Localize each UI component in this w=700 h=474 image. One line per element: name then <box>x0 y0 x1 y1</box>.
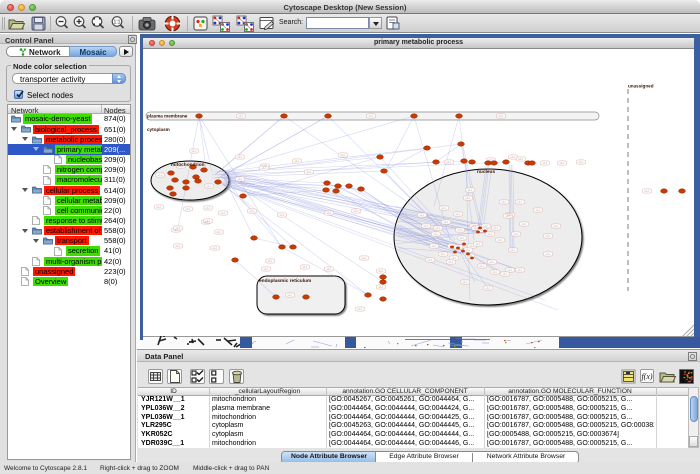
svg-text:ab-1: ab-1 <box>479 264 485 268</box>
svg-text:mitochondrion: mitochondrion <box>171 162 205 168</box>
svg-text:ab-1: ab-1 <box>267 259 273 263</box>
svg-text:ab-1: ab-1 <box>459 236 465 240</box>
svg-text:ab-1: ab-1 <box>505 214 511 218</box>
svg-text:ab-1: ab-1 <box>502 272 508 276</box>
svg-text:ab-1: ab-1 <box>433 232 439 236</box>
svg-text:ab-1: ab-1 <box>175 226 181 230</box>
svg-text:ab-1: ab-1 <box>475 242 481 246</box>
svg-text:ab-1: ab-1 <box>249 209 255 213</box>
svg-text:ab-1: ab-1 <box>326 211 332 215</box>
svg-text:ab-1: ab-1 <box>156 205 162 209</box>
svg-text:ab-1: ab-1 <box>306 170 312 174</box>
svg-text:ab-1: ab-1 <box>206 184 212 188</box>
svg-text:ab-1: ab-1 <box>440 252 446 256</box>
svg-text:ab-1: ab-1 <box>493 226 499 230</box>
svg-text:ab-1: ab-1 <box>287 293 293 297</box>
svg-text:ab-1: ab-1 <box>237 155 243 159</box>
svg-text:ab-1: ab-1 <box>510 155 516 159</box>
svg-text:ab-1: ab-1 <box>212 246 218 250</box>
svg-text:ab-1: ab-1 <box>446 160 452 164</box>
svg-text:ab-1: ab-1 <box>497 238 503 242</box>
svg-text:ab-1: ab-1 <box>419 213 425 217</box>
svg-text:nucleus: nucleus <box>477 169 495 175</box>
svg-text:ab-1: ab-1 <box>368 114 374 118</box>
svg-text:ab-1: ab-1 <box>545 234 551 238</box>
svg-text:ab-1: ab-1 <box>357 307 363 311</box>
svg-text:ab-1: ab-1 <box>175 244 181 248</box>
svg-text:ab-1: ab-1 <box>378 269 384 273</box>
svg-text:ab-1: ab-1 <box>431 244 437 248</box>
svg-text:ab-1: ab-1 <box>220 211 226 215</box>
svg-text:ab-1: ab-1 <box>205 219 211 223</box>
svg-text:ab-1: ab-1 <box>485 286 491 290</box>
svg-text:ab-1: ab-1 <box>644 189 650 193</box>
svg-text:ab-1: ab-1 <box>517 268 523 272</box>
svg-text:1:1: 1:1 <box>114 20 121 26</box>
svg-text:ab-1: ab-1 <box>427 258 433 262</box>
svg-text:ab-1: ab-1 <box>378 285 384 289</box>
svg-text:ab-1: ab-1 <box>545 252 551 256</box>
svg-text:ab-1: ab-1 <box>535 208 541 212</box>
svg-text:ab-1: ab-1 <box>191 149 197 153</box>
svg-text:ab-1: ab-1 <box>457 228 463 232</box>
svg-text:ab-1: ab-1 <box>261 166 267 170</box>
svg-text:ab-1: ab-1 <box>510 248 516 252</box>
svg-text:ab-1: ab-1 <box>489 260 495 264</box>
svg-text:ab-1: ab-1 <box>340 153 346 157</box>
svg-text:ab-1: ab-1 <box>238 114 244 118</box>
svg-text:ab-1: ab-1 <box>553 224 559 228</box>
svg-text:ab-1: ab-1 <box>326 267 332 271</box>
svg-text:ab-1: ab-1 <box>521 222 527 226</box>
svg-text:ab-1: ab-1 <box>492 270 498 274</box>
svg-text:ab-1: ab-1 <box>559 161 565 165</box>
svg-text:ab-1: ab-1 <box>294 159 300 163</box>
svg-text:ab-1: ab-1 <box>353 209 359 213</box>
svg-text:cytoplasm: cytoplasm <box>147 127 170 132</box>
svg-text:ab-1: ab-1 <box>205 206 211 210</box>
svg-text:ab-1: ab-1 <box>455 212 461 216</box>
svg-text:ab-1: ab-1 <box>462 280 468 284</box>
svg-text:plasma membrane: plasma membrane <box>147 114 188 119</box>
svg-text:ab-1: ab-1 <box>501 200 507 204</box>
svg-text:ab-1: ab-1 <box>423 224 429 228</box>
svg-text:ab-1: ab-1 <box>443 220 449 224</box>
svg-text:ab-1: ab-1 <box>279 213 285 217</box>
svg-text:ab-1: ab-1 <box>469 244 475 248</box>
svg-text:ab-1: ab-1 <box>263 267 269 271</box>
svg-text:ab-1: ab-1 <box>513 232 519 236</box>
svg-text:ab-1: ab-1 <box>542 161 548 165</box>
svg-text:ab-1: ab-1 <box>361 256 367 260</box>
svg-text:ab-1: ab-1 <box>487 232 493 236</box>
svg-text:ab-1: ab-1 <box>483 224 489 228</box>
svg-text:ab-1: ab-1 <box>467 188 473 192</box>
svg-text:ab-1: ab-1 <box>498 114 504 118</box>
svg-text:ab-1: ab-1 <box>451 256 457 260</box>
svg-text:ab-1: ab-1 <box>448 260 454 264</box>
svg-text:ab-1: ab-1 <box>185 207 191 211</box>
svg-text:ab-1: ab-1 <box>465 248 471 252</box>
svg-text:endoplasmic reticulum: endoplasmic reticulum <box>259 278 311 284</box>
svg-text:ab-1: ab-1 <box>465 196 471 200</box>
svg-text:ab-1: ab-1 <box>578 160 584 164</box>
svg-text:ab-1: ab-1 <box>237 177 243 181</box>
svg-text:ab-1: ab-1 <box>517 200 523 204</box>
svg-text:ab-1: ab-1 <box>435 226 441 230</box>
svg-text:ab-1: ab-1 <box>216 230 222 234</box>
svg-text:ab-1: ab-1 <box>507 268 513 272</box>
svg-text:unassigned: unassigned <box>628 84 654 89</box>
svg-text:ab-1: ab-1 <box>518 157 524 161</box>
svg-text:ab-1: ab-1 <box>441 206 447 210</box>
svg-text:ab-1: ab-1 <box>302 265 308 269</box>
svg-text:ab-1: ab-1 <box>157 173 163 177</box>
